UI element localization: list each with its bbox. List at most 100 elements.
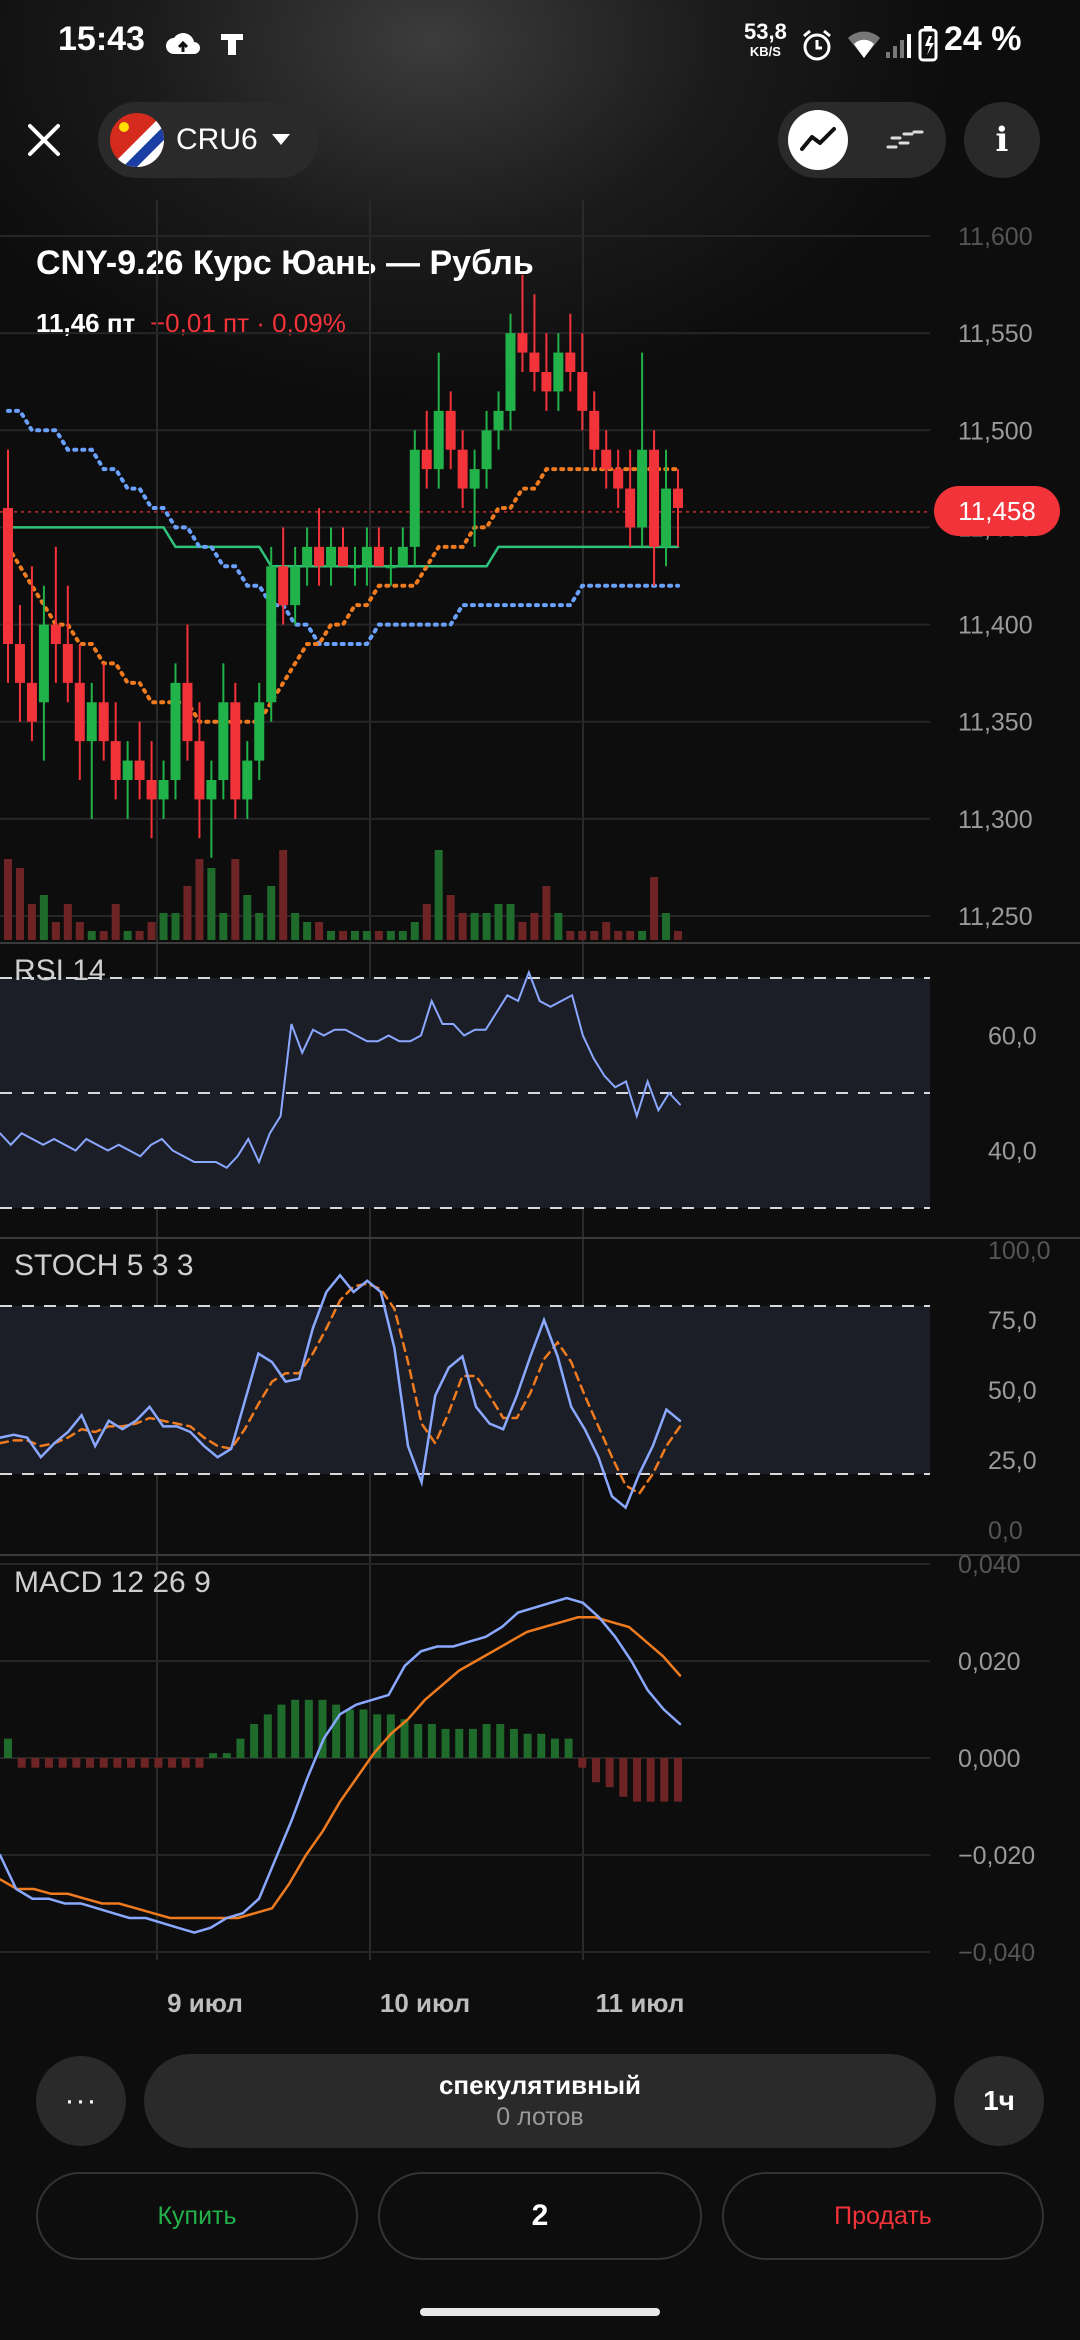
candle-body [50, 624, 61, 644]
macd-histogram-bar [523, 1733, 532, 1758]
candle-body [338, 546, 348, 567]
candle-body [397, 546, 408, 567]
candle-body [469, 469, 480, 489]
macd-histogram-bar [414, 1724, 423, 1758]
home-indicator[interactable] [420, 2308, 660, 2316]
candle-body [218, 702, 229, 780]
macd-tick-label: 0,020 [958, 1648, 1021, 1676]
macd-histogram-bar [509, 1728, 518, 1758]
candle-body [553, 352, 564, 392]
trading-chart[interactable]: 11,60011,55011,50011,45011,40011,35011,3… [0, 200, 1080, 2050]
candle-body [589, 410, 600, 450]
rsi-title: RSI 14 [14, 954, 106, 987]
status-bar: 15:43 53,8 KB/S 24 % [0, 0, 1080, 90]
macd-histogram-bar [4, 1738, 12, 1758]
volume-bar [506, 904, 515, 940]
volume-bar [470, 913, 479, 940]
volume-bar [494, 904, 503, 940]
buy-button[interactable]: Купить [36, 2172, 358, 2260]
macd-histogram-bar [550, 1738, 559, 1758]
candle-body [122, 760, 133, 780]
candle-body [565, 352, 576, 372]
macd-histogram-bar [359, 1709, 368, 1758]
candle-body [457, 449, 468, 489]
interval-button[interactable]: 1ч [954, 2056, 1044, 2146]
candle-body [409, 449, 420, 547]
candle-body [577, 372, 588, 411]
macd-histogram-bar [537, 1733, 546, 1758]
candle-body [278, 566, 289, 606]
volume-bar [458, 913, 467, 940]
candle-body [146, 780, 157, 800]
more-button[interactable]: ··· [36, 2056, 126, 2146]
mode-line-button[interactable] [788, 110, 848, 170]
macd-histogram-bar [250, 1724, 259, 1758]
info-icon: i [995, 120, 1009, 160]
macd-histogram-bar [304, 1699, 313, 1758]
candle-body [625, 488, 636, 528]
volume-bar [123, 931, 132, 940]
macd-histogram-bar [222, 1753, 231, 1758]
macd-histogram-bar [468, 1728, 477, 1758]
volume-bar [434, 850, 443, 940]
macd-histogram-bar [31, 1758, 40, 1768]
signal-icon [886, 34, 911, 58]
volume-bar [327, 931, 336, 940]
quantity-button[interactable]: 2 [378, 2172, 702, 2260]
volume-bar [267, 886, 276, 940]
price-tick-label: 11,250 [958, 903, 1033, 931]
flag-icon [110, 113, 164, 167]
macd-tick-label: 0,040 [958, 1551, 1021, 1579]
volume-bar [482, 913, 491, 940]
volume-bar [650, 877, 659, 940]
volume-bar [638, 931, 647, 940]
volume-bar [566, 931, 575, 940]
strategy-selector[interactable]: спекулятивный 0 лотов [144, 2054, 936, 2148]
volume-bar [362, 931, 371, 940]
volume-bar [410, 922, 419, 940]
macd-histogram-bar [263, 1714, 272, 1758]
chart-mode-toggle [778, 102, 946, 178]
macd-histogram-bar [277, 1704, 286, 1758]
candle-body [373, 546, 384, 567]
candle-body [134, 760, 145, 780]
close-icon [28, 124, 60, 156]
volume-bar [339, 931, 347, 940]
strategy-title: спекулятивный [438, 2070, 642, 2100]
volume-bar [554, 913, 563, 940]
candle-body [673, 488, 683, 508]
price-tick-label: 11,500 [958, 417, 1033, 445]
volume-bar [315, 922, 324, 940]
macd-histogram-bar [291, 1699, 300, 1758]
volume-bar [662, 913, 671, 940]
volume-bar [15, 868, 24, 940]
volume-bar [219, 913, 228, 940]
volume-bar [147, 922, 156, 940]
status-time: 15:43 [58, 20, 145, 58]
date-axis-label: 9 июл [167, 1988, 243, 2018]
volume-bar [87, 931, 96, 940]
macd-histogram-bar [113, 1758, 122, 1768]
volume-bar [27, 904, 36, 940]
candle-body [194, 741, 205, 800]
sell-button[interactable]: Продать [722, 2172, 1044, 2260]
candle-body [290, 566, 301, 606]
macd-histogram-bar [236, 1738, 245, 1758]
mode-candles-button[interactable] [874, 110, 934, 170]
macd-histogram-bar [58, 1758, 67, 1768]
info-button[interactable]: i [964, 102, 1040, 178]
rsi-tick-label: 60,0 [988, 1023, 1037, 1051]
candle-body [613, 469, 624, 489]
macd-histogram-bar [86, 1758, 95, 1768]
candle-body [182, 682, 193, 742]
stoch-tick-label: 0,0 [988, 1517, 1023, 1545]
stoch-tick-label: 25,0 [988, 1447, 1037, 1475]
macd-histogram-bar [195, 1758, 204, 1768]
ticker-selector[interactable]: CRU6 [98, 102, 318, 178]
macd-histogram-bar [605, 1758, 614, 1788]
volume-bar [51, 922, 60, 940]
volume-bar [291, 913, 300, 940]
close-button[interactable] [20, 112, 68, 168]
candle-body [661, 488, 672, 547]
candle-body [649, 449, 660, 547]
